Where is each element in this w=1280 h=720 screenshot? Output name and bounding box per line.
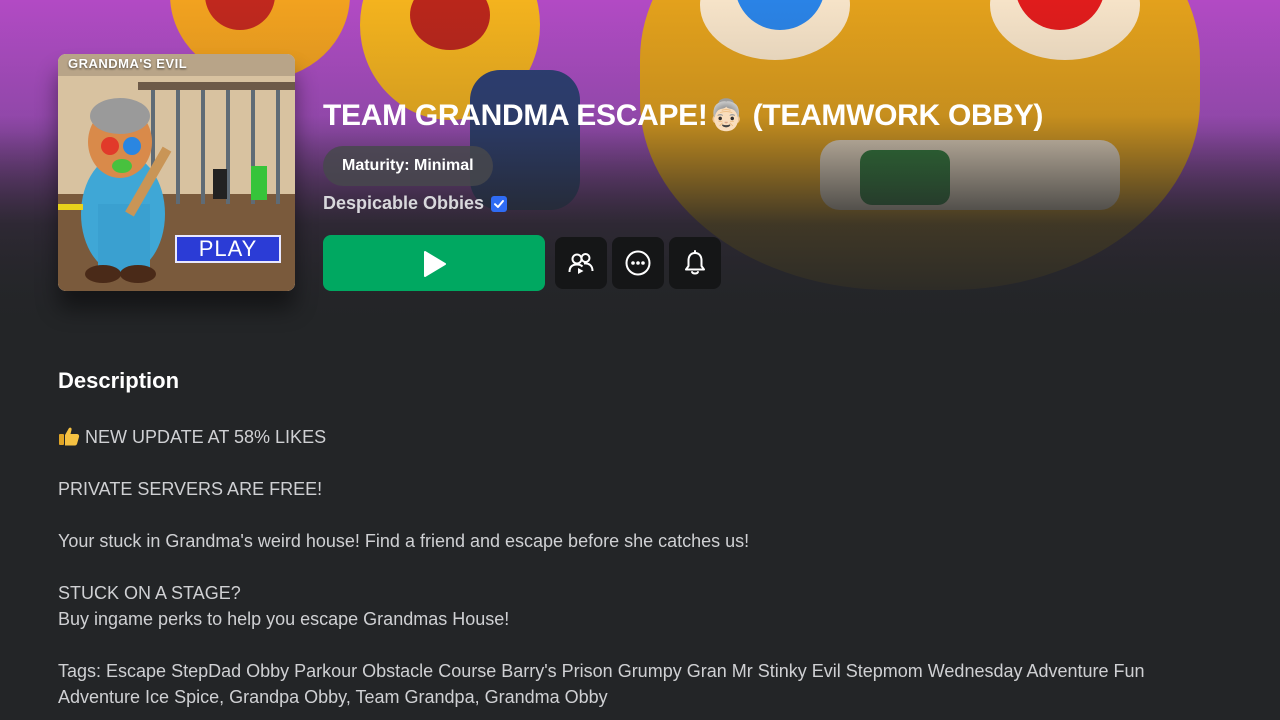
description-line-update: NEW UPDATE AT 58% LIKES bbox=[58, 426, 326, 448]
description-tags-line: Tags: Escape StepDad Obby Parkour Obstac… bbox=[58, 661, 1145, 681]
description-line: STUCK ON A STAGE? bbox=[58, 583, 241, 603]
description-tags-line: Adventure Ice Spice, Grandpa Obby, Team … bbox=[58, 687, 608, 707]
maturity-badge[interactable]: Maturity: Minimal bbox=[323, 146, 493, 186]
more-options-button[interactable] bbox=[612, 237, 664, 289]
thumbnail-title-text: GRANDMA'S EVIL bbox=[68, 56, 188, 71]
bell-icon bbox=[685, 250, 705, 275]
party-icon bbox=[568, 253, 594, 274]
creator-link[interactable]: Despicable Obbies bbox=[323, 193, 508, 214]
description-line: Your stuck in Grandma's weird house! Fin… bbox=[58, 531, 750, 551]
more-options-icon bbox=[625, 250, 651, 276]
thumbnail-play-sign: PLAY bbox=[175, 235, 281, 263]
game-title: TEAM GRANDMA ESCAPE!👵🏻 (TEAMWORK OBBY) bbox=[323, 99, 1044, 132]
description-line: PRIVATE SERVERS ARE FREE! bbox=[58, 479, 323, 499]
notify-button[interactable] bbox=[669, 237, 721, 289]
creator-name: Despicable Obbies bbox=[323, 193, 485, 213]
play-button[interactable] bbox=[323, 235, 545, 291]
play-with-friends-button[interactable] bbox=[555, 237, 607, 289]
verified-badge-icon bbox=[491, 195, 508, 212]
game-details-page: GRANDMA'S EVIL PLAY TEAM GRANDMA ESCAPE!… bbox=[0, 0, 1280, 720]
description-text: NEW UPDATE AT 58% LIKES bbox=[85, 427, 327, 447]
game-thumbnail[interactable]: GRANDMA'S EVIL PLAY bbox=[58, 54, 295, 291]
description-heading: Description bbox=[58, 368, 180, 393]
description-line: Buy ingame perks to help you escape Gran… bbox=[58, 609, 510, 629]
play-icon bbox=[424, 251, 446, 277]
thumbs-up-icon bbox=[59, 427, 80, 446]
